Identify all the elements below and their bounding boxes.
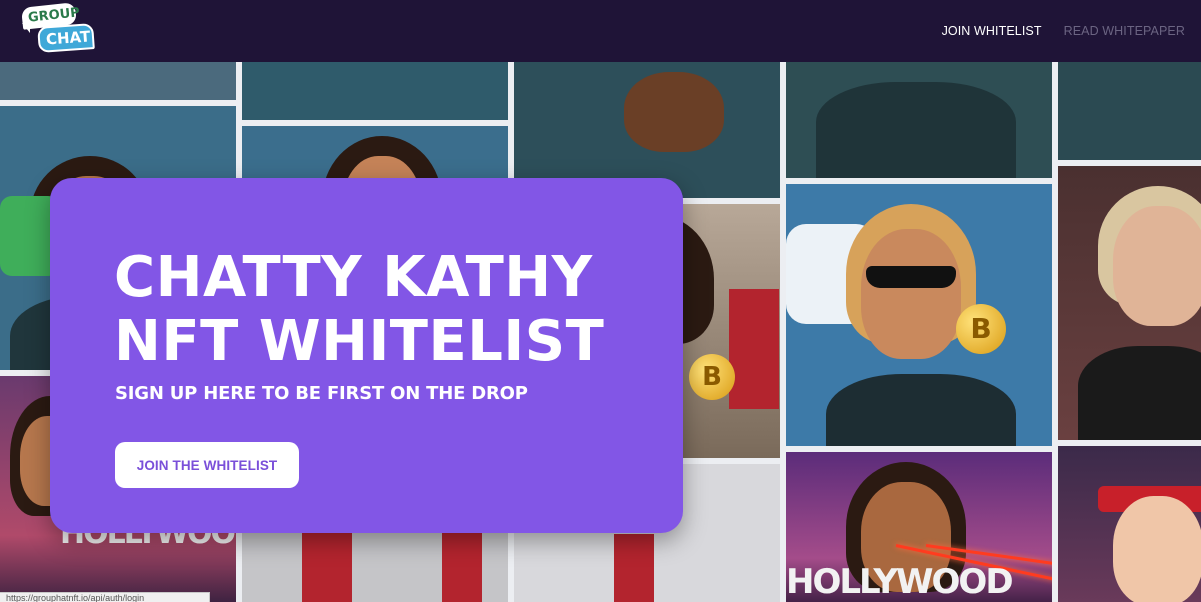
bitcoin-coin-icon: B [689,354,735,400]
top-nav: GROUP CHAT JOIN WHITELIST READ WHITEPAPE… [0,0,1201,62]
collage-tile: HOLLYWOOD [780,446,1058,602]
whitelist-hero-card: CHATTY KATHY NFT WHITELIST SIGN UP HERE … [50,178,683,533]
group-chat-logo[interactable]: GROUP CHAT [20,2,96,57]
hero-title: CHATTY KATHY NFT WHITELIST [114,246,654,374]
hero-title-line-2: NFT WHITELIST [114,309,605,374]
sunglasses [866,266,956,288]
collage-tile [1052,62,1201,166]
hollywood-sign: HOLLYWOOD [786,562,1014,602]
collage-tile [236,62,514,126]
nav-links: JOIN WHITELIST READ WHITEPAPER [942,0,1185,62]
nav-join-whitelist-link[interactable]: JOIN WHITELIST [942,24,1042,38]
bitcoin-coin-icon: B [956,304,1006,354]
collage-tile [1052,440,1201,602]
collage-tile [1052,160,1201,446]
collage-tile: B [780,178,1058,452]
collage-tile [780,62,1058,184]
join-whitelist-button[interactable]: JOIN THE WHITELIST [115,442,299,488]
logo-text-chat: CHAT [45,27,91,49]
hero-subtitle: SIGN UP HERE TO BE FIRST ON THE DROP [115,383,528,404]
hero-title-line-1: CHATTY KATHY [114,245,593,310]
nav-read-whitepaper-link[interactable]: READ WHITEPAPER [1064,24,1185,38]
status-bar-url: https://grouphatnft.io/api/auth/login [0,592,210,602]
